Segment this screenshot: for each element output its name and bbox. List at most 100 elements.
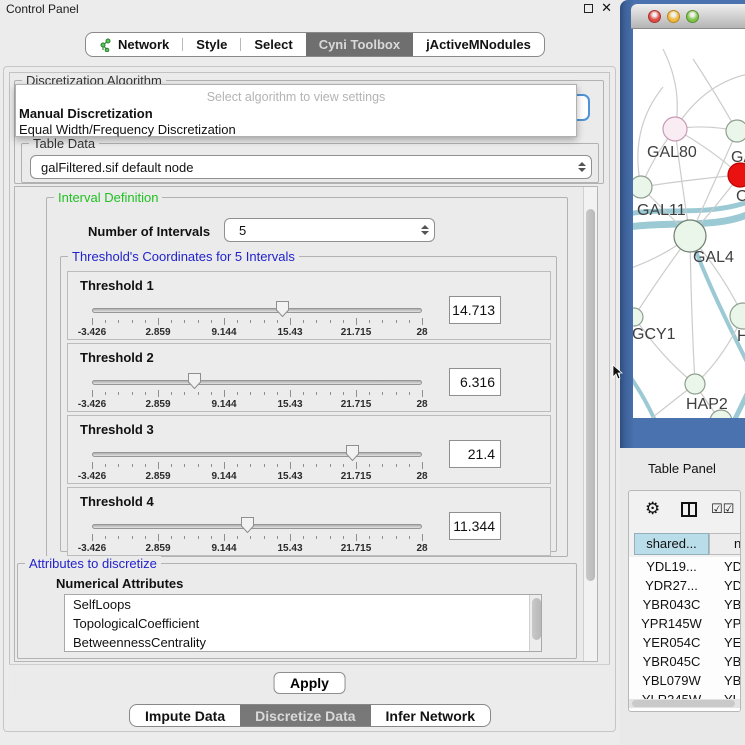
tab-cyni-toolbox[interactable]: Cyni Toolbox	[306, 33, 413, 56]
column-header-shared[interactable]: shared...	[634, 533, 709, 555]
threshold-2-slider[interactable]: -3.4262.8599.14415.4321.71528	[92, 344, 422, 413]
slider-tick	[118, 320, 119, 323]
minimize-traffic-light-icon[interactable]	[667, 10, 680, 23]
network-window-titlebar[interactable]	[631, 4, 745, 29]
slider-tick	[303, 320, 304, 323]
tab-jactivemnodules[interactable]: jActiveMNodules	[413, 33, 544, 56]
split-columns-icon[interactable]	[681, 502, 697, 517]
slider-thumb[interactable]	[345, 444, 360, 462]
table-cell: YER0	[724, 633, 741, 652]
tab-discretize-data[interactable]: Discretize Data	[240, 705, 370, 726]
tab-impute-data[interactable]: Impute Data	[130, 705, 240, 726]
tab-select[interactable]: Select	[241, 33, 305, 56]
table-row[interactable]: YBL079WYBL0	[629, 671, 740, 690]
slider-thumb[interactable]	[187, 372, 202, 390]
table-hscrollbar-thumb[interactable]	[632, 700, 735, 707]
algorithm-option-manual[interactable]: Manual Discretization	[19, 106, 153, 121]
algorithm-popup-hint: Select algorithm to view settings	[16, 90, 576, 104]
network-edge-highlighted[interactable]	[633, 374, 659, 418]
numerical-attributes-list[interactable]: SelfLoopsTopologicalCoefficientBetweenne…	[64, 594, 542, 652]
table-horizontal-scrollbar[interactable]	[629, 699, 740, 708]
settings-scrollbar[interactable]	[583, 187, 597, 661]
slider-tick	[316, 392, 317, 395]
table-panel-area: Table Panel ⚙ ☑☑ shared... na YDL19...YD…	[620, 448, 745, 745]
tab-impute-data-label: Impute Data	[145, 708, 225, 724]
table-row[interactable]: YDL19...YDL1	[629, 557, 740, 576]
slider-tick	[343, 392, 344, 395]
threshold-1-value-field[interactable]: 14.713	[449, 296, 501, 324]
slider-tick	[250, 392, 251, 395]
close-icon[interactable]: ✕	[601, 0, 612, 16]
slider-ticks	[92, 462, 422, 470]
network-node-label: GAL80	[647, 144, 697, 161]
tab-discretize-data-label: Discretize Data	[255, 708, 355, 724]
number-of-intervals-combobox[interactable]: 5	[224, 218, 435, 242]
table-row[interactable]: YBR043CYBR0	[629, 595, 740, 614]
network-node[interactable]	[730, 303, 745, 329]
slider-tick	[224, 318, 225, 325]
checkbox-checked-icons[interactable]: ☑☑	[711, 501, 734, 517]
slider-tick	[198, 464, 199, 467]
table-row[interactable]: YBR045CYBR0	[629, 652, 740, 671]
network-node[interactable]	[633, 176, 652, 198]
network-canvas[interactable]: GAL80GACGAL11GAL4GCY1HHAP2	[633, 29, 745, 418]
settings-scrollbar-thumb[interactable]	[586, 209, 595, 581]
table-row[interactable]: YPR145WYPR1	[629, 614, 740, 633]
network-node[interactable]	[685, 374, 705, 394]
close-traffic-light-icon[interactable]	[648, 10, 661, 23]
float-window-icon[interactable]	[584, 4, 593, 13]
algorithm-option-equal-width[interactable]: Equal Width/Frequency Discretization	[19, 122, 236, 137]
threshold-2-value-field[interactable]: 6.316	[449, 368, 501, 396]
apply-button[interactable]: Apply	[273, 672, 346, 694]
control-panel-titlebar: Control Panel ✕	[0, 0, 620, 17]
slider-tick	[303, 536, 304, 539]
slider-tick	[369, 464, 370, 467]
table-row[interactable]: YER054CYER0	[629, 633, 740, 652]
network-edge[interactable]	[638, 87, 663, 187]
slider-tick	[422, 534, 423, 541]
network-edge[interactable]	[693, 59, 737, 131]
column-header-name[interactable]: na	[709, 533, 741, 555]
table-cell: YBL079W	[634, 671, 709, 690]
network-edge[interactable]	[641, 175, 740, 187]
tab-network[interactable]: Network	[86, 33, 182, 56]
table-row[interactable]: YIL052CYIL0	[629, 709, 740, 712]
panel-title: Control Panel	[6, 2, 79, 16]
network-node[interactable]	[674, 220, 706, 252]
attribute-item[interactable]: TopologicalCoefficient	[65, 614, 541, 633]
network-node-label: GCY1	[633, 326, 676, 343]
threshold-1-slider[interactable]: -3.4262.8599.14415.4321.71528	[92, 272, 422, 341]
list-scrollbar[interactable]	[529, 595, 541, 651]
slider-tick	[132, 392, 133, 395]
network-node[interactable]	[726, 120, 745, 142]
slider-track[interactable]	[92, 308, 422, 313]
slider-track[interactable]	[92, 452, 422, 457]
table-data-value: galFiltered.sif default node	[31, 160, 573, 175]
slider-thumb[interactable]	[275, 300, 290, 318]
tab-style[interactable]: Style	[183, 33, 240, 56]
tab-infer-network[interactable]: Infer Network	[371, 705, 490, 726]
zoom-traffic-light-icon[interactable]	[686, 10, 699, 23]
threshold-4-slider[interactable]: -3.4262.8599.14415.4321.71528	[92, 488, 422, 557]
attribute-item[interactable]: BetweennessCentrality	[65, 633, 541, 652]
network-edge-highlighted[interactable]	[731, 381, 745, 418]
network-node[interactable]	[663, 117, 687, 141]
threshold-3-slider[interactable]: -3.4262.8599.14415.4321.71528	[92, 416, 422, 485]
slider-track[interactable]	[92, 380, 422, 385]
threshold-4-value-field[interactable]: 11.344	[449, 512, 501, 540]
table-data-combobox[interactable]: galFiltered.sif default node	[30, 155, 592, 179]
table-row[interactable]: YDR27...YDR2	[629, 576, 740, 595]
slider-tick-label: 9.144	[211, 327, 236, 338]
list-scrollbar-thumb[interactable]	[532, 598, 541, 640]
network-node[interactable]	[633, 308, 643, 326]
slider-tick	[343, 464, 344, 467]
slider-thumb[interactable]	[240, 516, 255, 534]
attribute-item[interactable]: SelfLoops	[65, 595, 541, 614]
network-node-label: HAP2	[686, 396, 728, 413]
slider-tick	[145, 320, 146, 323]
threshold-3-value-field[interactable]: 21.4	[449, 440, 501, 468]
gear-icon[interactable]: ⚙	[645, 499, 660, 519]
slider-track[interactable]	[92, 524, 422, 529]
slider-tick	[158, 318, 159, 325]
slider-tick	[330, 320, 331, 323]
